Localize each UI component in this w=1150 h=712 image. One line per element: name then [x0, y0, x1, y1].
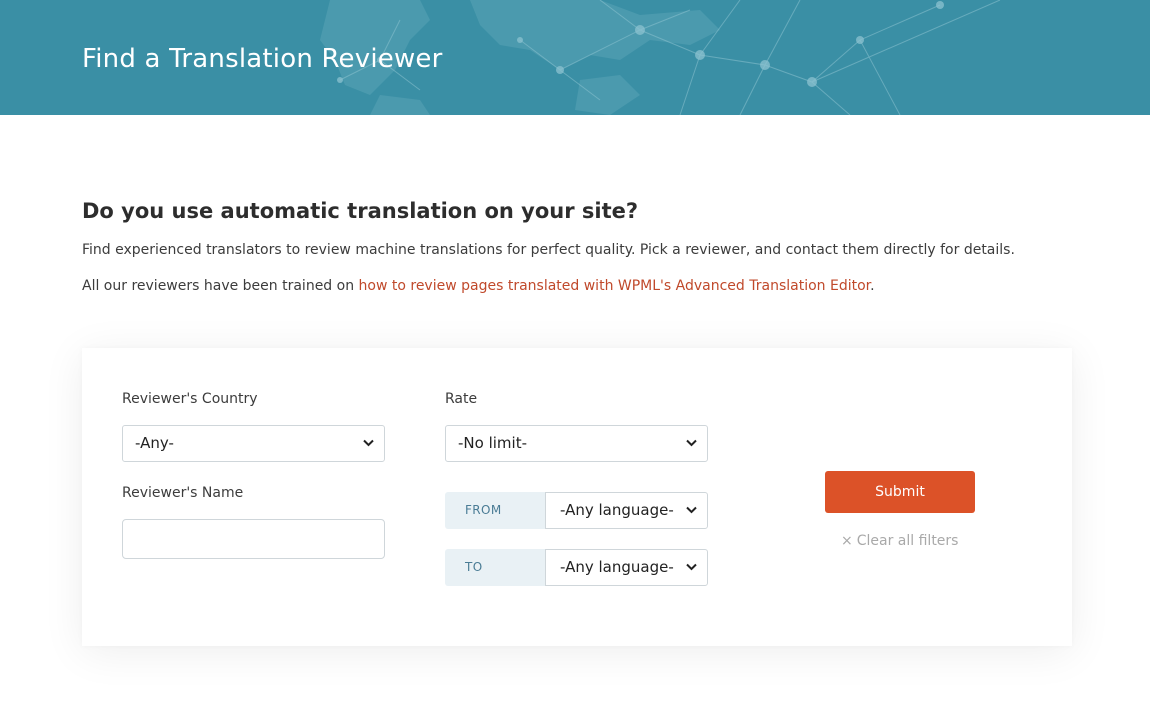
close-icon: ×: [841, 533, 853, 549]
country-select[interactable]: -Any-: [122, 425, 385, 462]
rate-label: Rate: [445, 391, 478, 407]
chevron-down-icon: [686, 506, 697, 514]
intro-description: Find experienced translators to review m…: [82, 242, 1015, 258]
from-language-row: FROM -Any language-: [445, 492, 708, 529]
clear-all-filters-link[interactable]: × Clear all filters: [841, 533, 958, 549]
clear-filters-label: Clear all filters: [856, 533, 959, 549]
chevron-down-icon: [363, 439, 374, 447]
rate-select[interactable]: -No limit-: [445, 425, 708, 462]
from-label: FROM: [445, 492, 545, 529]
review-guide-link[interactable]: how to review pages translated with WPML…: [359, 278, 871, 294]
reviewer-name-input[interactable]: [122, 519, 385, 559]
chevron-down-icon: [686, 439, 697, 447]
training-note: All our reviewers have been trained on h…: [82, 278, 875, 294]
name-label: Reviewer's Name: [122, 485, 244, 501]
training-note-prefix: All our reviewers have been trained on: [82, 278, 359, 294]
reviewer-filter-form: Reviewer's Country -Any- Reviewer's Name…: [82, 348, 1072, 646]
to-language-select[interactable]: -Any language-: [545, 549, 708, 586]
to-language-value: -Any language-: [560, 558, 674, 576]
from-language-select[interactable]: -Any language-: [545, 492, 708, 529]
section-heading: Do you use automatic translation on your…: [82, 199, 639, 223]
page-title: Find a Translation Reviewer: [82, 44, 443, 74]
submit-button[interactable]: Submit: [825, 471, 975, 513]
to-language-row: TO -Any language-: [445, 549, 708, 586]
page-header: Find a Translation Reviewer: [0, 0, 1150, 115]
from-language-value: -Any language-: [560, 501, 674, 519]
training-note-suffix: .: [870, 278, 875, 294]
country-label: Reviewer's Country: [122, 391, 258, 407]
chevron-down-icon: [686, 563, 697, 571]
country-select-value: -Any-: [135, 434, 174, 452]
to-label: TO: [445, 549, 545, 586]
rate-select-value: -No limit-: [458, 434, 527, 452]
